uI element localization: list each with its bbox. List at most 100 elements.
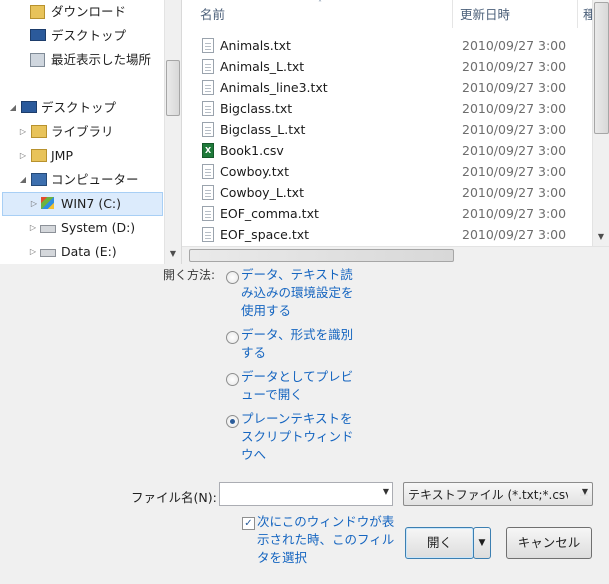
column-header-date[interactable]: 更新日時 bbox=[454, 0, 578, 28]
column-header-date-label: 更新日時 bbox=[460, 7, 511, 22]
file-row[interactable]: Book1.csv2010/09/27 3:00M bbox=[198, 140, 609, 161]
option-use-preferences-label[interactable]: データ、テキスト読 み込みの環境設定を 使用する bbox=[241, 266, 354, 320]
collapsed-arrow-icon[interactable]: ▷ bbox=[29, 193, 39, 215]
text-file-icon bbox=[202, 185, 214, 200]
collapsed-arrow-icon[interactable]: ▷ bbox=[18, 145, 28, 167]
file-name: Cowboy.txt bbox=[220, 164, 289, 179]
text-file-icon bbox=[202, 59, 214, 74]
nav-item-label: ダウンロード bbox=[51, 4, 127, 19]
filter-checkbox-label[interactable]: 次にこのウィンドウが表 示された時、このフィル タを選択 bbox=[257, 513, 394, 567]
option-preview-data-radio[interactable] bbox=[226, 373, 239, 386]
filename-combobox[interactable]: ▼ bbox=[219, 482, 393, 506]
downloads-folder-icon bbox=[30, 5, 45, 19]
text-file-icon bbox=[202, 227, 214, 242]
dropdown-arrow-icon[interactable]: ▼ bbox=[383, 487, 389, 496]
column-header-name-label: 名前 bbox=[200, 7, 226, 22]
cancel-button-label: キャンセル bbox=[517, 535, 581, 550]
file-row[interactable]: Bigclass.txt2010/09/27 3:00テ bbox=[198, 98, 609, 119]
text-file-icon bbox=[202, 164, 214, 179]
desktop-icon bbox=[21, 101, 37, 113]
file-row[interactable]: Cowboy.txt2010/09/27 3:00テ bbox=[198, 161, 609, 182]
file-row[interactable]: Cowboy_L.txt2010/09/27 3:00テ bbox=[198, 182, 609, 203]
cancel-button[interactable]: キャンセル bbox=[506, 527, 592, 559]
file-date: 2010/09/27 3:00 bbox=[462, 185, 567, 200]
file-list-horizontal-thumb[interactable] bbox=[189, 249, 454, 262]
file-row[interactable]: EOF_space.txt2010/09/27 3:00テ bbox=[198, 224, 609, 245]
scroll-down-icon[interactable]: ▼ bbox=[165, 246, 181, 262]
user-folder-icon bbox=[31, 149, 47, 162]
file-name: Bigclass.txt bbox=[220, 101, 293, 116]
file-date: 2010/09/27 3:00 bbox=[462, 59, 567, 74]
file-date: 2010/09/27 3:00 bbox=[462, 227, 567, 242]
column-header-name[interactable]: 名前 ˄ bbox=[182, 0, 453, 28]
navigation-pane[interactable]: ダウンロード デスクトップ 最近表示した場所 ◢ デスクトップ ▷ ライブラリ … bbox=[0, 0, 182, 264]
text-file-icon bbox=[202, 101, 214, 116]
collapsed-arrow-icon[interactable]: ▷ bbox=[28, 217, 38, 239]
file-type-select[interactable]: テキストファイル (*.txt;*.csv ▼ bbox=[403, 482, 593, 506]
file-row[interactable]: Animals_line3.txt2010/09/27 3:00テ bbox=[198, 77, 609, 98]
file-name: Bigclass_L.txt bbox=[220, 122, 306, 137]
file-row[interactable]: EOF_comma.txt2010/09/27 3:00テ bbox=[198, 203, 609, 224]
expanded-arrow-icon[interactable]: ◢ bbox=[8, 97, 18, 119]
file-type-value: テキストファイル (*.txt;*.csv bbox=[408, 488, 568, 502]
file-list-vertical-thumb[interactable] bbox=[594, 2, 609, 134]
option-plain-text-script-label[interactable]: プレーンテキストを スクリプトウィンド ウへ bbox=[241, 410, 354, 464]
nav-item-win7-drive[interactable]: ▷ WIN7 (C:) bbox=[2, 192, 163, 216]
open-options-dropdown[interactable]: ▼ bbox=[473, 527, 491, 559]
filename-input[interactable] bbox=[222, 485, 374, 503]
sort-ascending-icon: ˄ bbox=[318, 0, 322, 8]
open-method-label: 開く方法: bbox=[163, 268, 216, 282]
nav-item-label: デスクトップ bbox=[41, 100, 117, 115]
text-file-icon bbox=[202, 38, 214, 53]
file-name: Cowboy_L.txt bbox=[220, 185, 304, 200]
file-date: 2010/09/27 3:00 bbox=[462, 143, 567, 158]
nav-item-label: JMP bbox=[51, 148, 74, 163]
file-date: 2010/09/27 3:00 bbox=[462, 101, 567, 116]
file-date: 2010/09/27 3:00 bbox=[462, 206, 567, 221]
file-name: Animals.txt bbox=[220, 38, 291, 53]
nav-scrollbar[interactable]: ▼ bbox=[164, 0, 181, 264]
option-detect-format-radio[interactable] bbox=[226, 331, 239, 344]
file-row[interactable]: Animals_L.txt2010/09/27 3:00テ bbox=[198, 56, 609, 77]
drive-icon bbox=[40, 249, 56, 257]
option-detect-format-label[interactable]: データ、形式を識別 する bbox=[241, 326, 353, 362]
file-date: 2010/09/27 3:00 bbox=[462, 164, 567, 179]
expanded-arrow-icon[interactable]: ◢ bbox=[18, 169, 28, 191]
file-date: 2010/09/27 3:00 bbox=[462, 122, 567, 137]
option-plain-text-script-radio[interactable] bbox=[226, 415, 239, 428]
file-list-horizontal-scrollbar[interactable] bbox=[182, 246, 609, 264]
recent-places-icon bbox=[30, 53, 45, 67]
file-row[interactable]: Animals.txt2010/09/27 3:00テ bbox=[198, 35, 609, 56]
scroll-down-icon[interactable]: ▼ bbox=[593, 229, 609, 245]
dropdown-arrow-icon: ▼ bbox=[478, 538, 486, 548]
open-button[interactable]: 開く bbox=[405, 527, 474, 559]
nav-scroll-thumb[interactable] bbox=[166, 60, 180, 116]
option-use-preferences-radio[interactable] bbox=[226, 271, 239, 284]
dropdown-arrow-icon[interactable]: ▼ bbox=[579, 487, 588, 496]
file-list-vertical-scrollbar[interactable]: ▼ bbox=[592, 0, 609, 246]
file-name: EOF_comma.txt bbox=[220, 206, 319, 221]
collapsed-arrow-icon[interactable]: ▷ bbox=[28, 241, 38, 263]
nav-item-label: ライブラリ bbox=[51, 124, 114, 139]
file-name: Book1.csv bbox=[220, 143, 284, 158]
drive-icon bbox=[40, 225, 56, 233]
nav-item-label: WIN7 (C:) bbox=[61, 196, 122, 211]
filename-label: ファイル名(N): bbox=[131, 490, 217, 505]
csv-file-icon bbox=[202, 143, 214, 158]
file-list[interactable]: 名前 ˄ 更新日時 種 Animals.txt2010/09/27 3:00テ … bbox=[182, 0, 609, 264]
file-name: Animals_line3.txt bbox=[220, 80, 328, 95]
windows-drive-icon bbox=[41, 197, 54, 209]
text-file-icon bbox=[202, 80, 214, 95]
file-name: EOF_space.txt bbox=[220, 227, 310, 242]
nav-item-label: System (D:) bbox=[61, 220, 136, 235]
file-row[interactable]: Bigclass_L.txt2010/09/27 3:00テ bbox=[198, 119, 609, 140]
option-preview-data-label[interactable]: データとしてプレビ ューで開く bbox=[241, 368, 353, 404]
text-file-icon bbox=[202, 206, 214, 221]
collapsed-arrow-icon[interactable]: ▷ bbox=[18, 121, 28, 143]
filter-checkbox[interactable]: ✓ bbox=[242, 517, 255, 530]
file-name: Animals_L.txt bbox=[220, 59, 305, 74]
file-date: 2010/09/27 3:00 bbox=[462, 80, 567, 95]
desktop-icon bbox=[30, 29, 46, 41]
file-date: 2010/09/27 3:00 bbox=[462, 38, 567, 53]
text-file-icon bbox=[202, 122, 214, 137]
